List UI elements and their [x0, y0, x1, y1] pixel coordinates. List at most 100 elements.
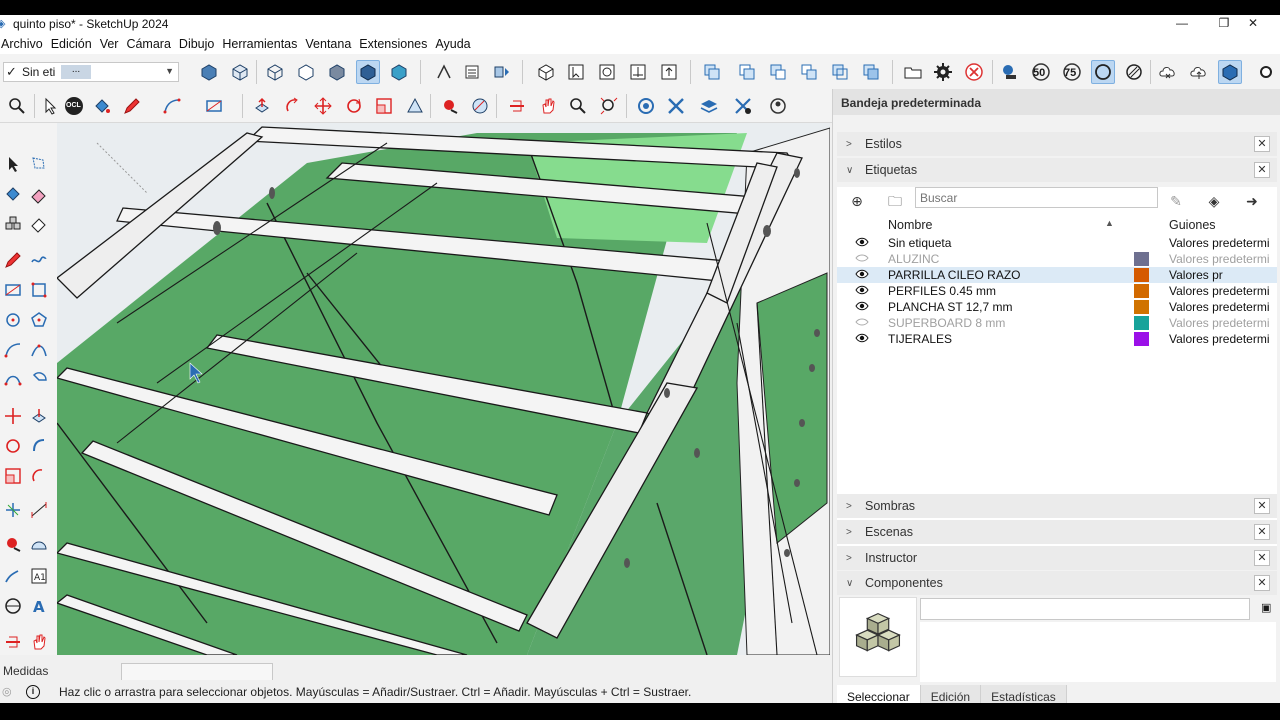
arc-tool-icon[interactable] [160, 94, 184, 118]
rect-draw-icon[interactable] [0, 277, 26, 303]
dash-pencil-icon[interactable]: ✎ [1167, 192, 1185, 210]
move-tool-icon[interactable] [311, 94, 335, 118]
active-tag-dropdown[interactable]: ✓ Sin eti ... ▼ [3, 62, 179, 82]
box-outline-icon[interactable] [534, 60, 558, 84]
iso-view-icon[interactable] [228, 60, 252, 84]
menu-ayuda[interactable]: Ayuda [431, 37, 474, 51]
hatch-circle-icon[interactable] [1122, 60, 1146, 84]
tag-row[interactable]: PERFILES 0.45 mm Valores predetermi [837, 283, 1277, 299]
select-cursor-icon[interactable] [38, 94, 62, 118]
xray-icon[interactable] [263, 60, 287, 84]
cloud-upload-icon[interactable] [1187, 60, 1211, 84]
tag-name[interactable]: PERFILES 0.45 mm [888, 284, 996, 298]
dimension-icon[interactable] [26, 497, 52, 523]
pushpull-left-icon[interactable] [26, 403, 52, 429]
ocl-icon[interactable]: OCL [62, 94, 86, 118]
panel-sombras[interactable]: > Sombras ✕ [837, 494, 1277, 518]
eye-visible-icon[interactable] [855, 285, 869, 295]
close-button[interactable]: ✕ [1238, 15, 1268, 33]
panel-estilos[interactable]: > Estilos ✕ [837, 132, 1277, 156]
orbit-box-icon[interactable] [595, 60, 619, 84]
paint-bucket-icon[interactable] [90, 94, 114, 118]
tape-left-icon[interactable] [0, 531, 26, 557]
panel-instructor[interactable]: > Instructor ✕ [837, 546, 1277, 570]
label-a1-icon[interactable]: A1 [26, 563, 52, 589]
push-pull-icon[interactable] [250, 94, 274, 118]
tag-dashes[interactable]: Valores predetermi [1169, 300, 1273, 314]
followme-left-icon[interactable] [26, 433, 52, 459]
follow-me-icon[interactable] [432, 60, 456, 84]
close-icon[interactable]: ✕ [1254, 575, 1270, 591]
3d-text-icon[interactable]: A [26, 593, 52, 619]
cloud-cancel-icon[interactable] [1156, 60, 1180, 84]
tab-edicion[interactable]: Edición [920, 685, 982, 703]
tag-name[interactable]: PLANCHA ST 12,7 mm [888, 300, 1013, 314]
sort-asc-icon[interactable]: ▲ [1105, 218, 1114, 228]
user-circle-icon[interactable] [766, 94, 790, 118]
eye-hidden-icon[interactable] [855, 317, 869, 327]
zoom-tool-icon[interactable] [566, 94, 590, 118]
stack-layers-icon[interactable] [697, 94, 721, 118]
paint-icon[interactable] [0, 181, 26, 207]
section-plane-icon[interactable] [505, 94, 529, 118]
tag-row[interactable]: TIJERALES Valores predetermi [837, 331, 1277, 347]
arc-2pt-icon[interactable] [26, 337, 52, 363]
zoom-75-icon[interactable]: 75 [1060, 60, 1084, 84]
menu-edicion[interactable]: Edición [47, 37, 96, 51]
layers-blue-6-icon[interactable] [859, 60, 883, 84]
col-dashes-header[interactable]: Guiones [1169, 218, 1216, 232]
scale-left-icon[interactable] [0, 463, 26, 489]
menu-ver[interactable]: Ver [96, 37, 123, 51]
walk-icon[interactable] [26, 629, 52, 655]
3d-model-canvas[interactable] [57, 123, 830, 655]
move-left-icon[interactable] [0, 403, 26, 429]
tag-dashes[interactable]: Valores predetermi [1169, 316, 1273, 330]
rotated-rect-icon[interactable] [26, 277, 52, 303]
cancel-circle-icon[interactable] [962, 60, 986, 84]
layers-blue-icon[interactable] [700, 60, 724, 84]
shaded-icon[interactable] [325, 60, 349, 84]
tag-color-swatch[interactable] [1134, 300, 1149, 314]
export-box-icon[interactable] [657, 60, 681, 84]
layers-blue-3-icon[interactable] [766, 60, 790, 84]
rotate-tool-icon[interactable] [342, 94, 366, 118]
eye-visible-icon[interactable] [855, 269, 869, 279]
tag-color-swatch[interactable] [1134, 284, 1149, 298]
geolocation-icon[interactable]: ◎ [2, 685, 16, 699]
menu-dibujo[interactable]: Dibujo [175, 37, 218, 51]
tag-name[interactable]: TIJERALES [888, 332, 952, 346]
folder-icon[interactable] [901, 60, 925, 84]
tags-search-input[interactable] [915, 187, 1158, 208]
pencil-icon[interactable] [120, 94, 144, 118]
details-arrow-icon[interactable]: ➜ [1243, 192, 1261, 210]
layer-globe-icon[interactable] [998, 60, 1022, 84]
gear-icon[interactable] [931, 60, 955, 84]
close-icon[interactable]: ✕ [1254, 550, 1270, 566]
color-by-tag-icon[interactable]: ◈ [1205, 192, 1223, 210]
tag-dashes[interactable]: Valores predetermi [1169, 236, 1273, 250]
tag-name[interactable]: PARRILLA CILEO RAZO [888, 268, 1021, 282]
layers-blue-5-icon[interactable] [828, 60, 852, 84]
menu-ventana[interactable]: Ventana [301, 37, 355, 51]
component-details-icon[interactable]: ▣ [1261, 601, 1273, 615]
zoom-50-icon[interactable]: 50 [1029, 60, 1053, 84]
text-tool-icon[interactable] [0, 563, 26, 589]
tag-row[interactable]: PARRILLA CILEO RAZO Valores pr [837, 267, 1277, 283]
tape-measure-icon[interactable] [438, 94, 462, 118]
front-view-icon[interactable] [197, 60, 221, 84]
close-icon[interactable]: ✕ [1254, 498, 1270, 514]
lasso-icon[interactable] [26, 151, 52, 177]
axes-box-icon[interactable] [626, 60, 650, 84]
close-icon[interactable]: ✕ [1254, 136, 1270, 152]
select-arrow-icon[interactable] [564, 60, 588, 84]
arc-draw-icon[interactable] [0, 337, 26, 363]
layers-blue-2-icon[interactable] [735, 60, 759, 84]
protractor-left-icon[interactable] [26, 531, 52, 557]
minimize-button[interactable]: — [1167, 15, 1197, 33]
close-icon[interactable]: ✕ [1254, 524, 1270, 540]
axes-tool-icon[interactable] [0, 497, 26, 523]
offset-left-icon[interactable] [26, 463, 52, 489]
add-folder-icon[interactable]: 🗀 [886, 192, 904, 210]
rotate-left-icon[interactable] [0, 433, 26, 459]
pie-icon[interactable] [26, 367, 52, 393]
